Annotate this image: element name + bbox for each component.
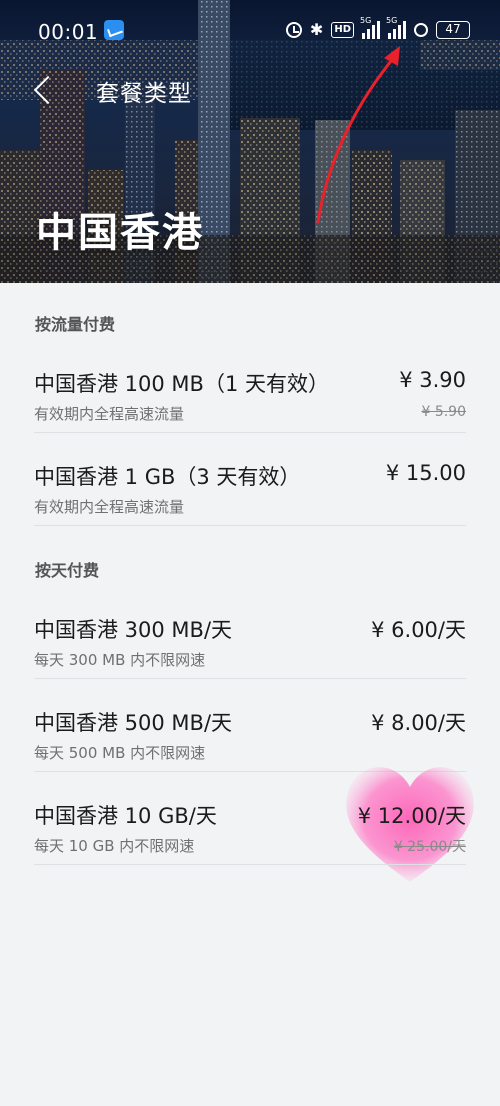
section-header-by-traffic: 按流量付费 — [35, 315, 116, 334]
hd-icon: HD — [331, 22, 354, 38]
plan-name: 中国香港 500 MB/天 — [34, 711, 233, 735]
signal-5g-icon: 5G — [360, 16, 380, 39]
status-bar: 00:01 ✱ HD 5G 5G 47 — [0, 0, 500, 60]
plan-description: 每天 10 GB 内不限网速 — [34, 837, 195, 855]
plan-name: 中国香港 300 MB/天 — [34, 618, 233, 642]
plan-row[interactable]: 中国香港 500 MB/天 每天 500 MB 内不限网速 ¥ 8.00/天 — [34, 679, 466, 772]
bluetooth-icon: ✱ — [309, 20, 324, 39]
battery-icon: 47 — [436, 21, 470, 39]
plan-price: ¥ 6.00/天 — [371, 618, 466, 642]
status-time: 00:01 — [38, 20, 99, 44]
notification-app-icon — [104, 20, 124, 40]
plan-description: 有效期内全程高速流量 — [34, 405, 185, 423]
data-saver-icon — [414, 23, 428, 37]
plan-original-price: ¥ 25.00/天 — [393, 839, 466, 855]
plan-row[interactable]: 中国香港 300 MB/天 每天 300 MB 内不限网速 ¥ 6.00/天 — [34, 586, 466, 679]
page-title: 套餐类型 — [96, 81, 192, 107]
plan-price: ¥ 12.00/天 — [357, 804, 466, 828]
section-header-by-day: 按天付费 — [35, 561, 100, 580]
signal-5g-icon: 5G — [386, 16, 406, 39]
plan-price: ¥ 3.90 — [399, 368, 466, 392]
plan-name: 中国香港 100 MB（1 天有效） — [34, 372, 329, 396]
plan-description: 每天 300 MB 内不限网速 — [34, 651, 206, 669]
region-title: 中国香港 — [36, 210, 204, 256]
plan-row[interactable]: 中国香港 1 GB（3 天有效） 有效期内全程高速流量 ¥ 15.00 — [34, 433, 466, 526]
plan-price: ¥ 15.00 — [385, 461, 466, 485]
header-banner: 00:01 ✱ HD 5G 5G 47 套餐类型 中国香港 — [0, 0, 500, 283]
plan-description: 每天 500 MB 内不限网速 — [34, 744, 206, 762]
plan-row[interactable]: 中国香港 100 MB（1 天有效） 有效期内全程高速流量 ¥ 3.90 ¥ 5… — [34, 340, 466, 433]
plan-original-price: ¥ 5.90 — [421, 404, 466, 420]
plan-name: 中国香港 10 GB/天 — [34, 804, 217, 828]
plan-price: ¥ 8.00/天 — [371, 711, 466, 735]
plan-name: 中国香港 1 GB（3 天有效） — [34, 465, 301, 489]
alarm-icon — [285, 22, 302, 38]
plan-row[interactable]: 中国香港 10 GB/天 每天 10 GB 内不限网速 ¥ 12.00/天 ¥ … — [34, 772, 466, 865]
plan-description: 有效期内全程高速流量 — [34, 498, 185, 516]
status-icons: ✱ HD 5G 5G 47 — [285, 16, 470, 41]
